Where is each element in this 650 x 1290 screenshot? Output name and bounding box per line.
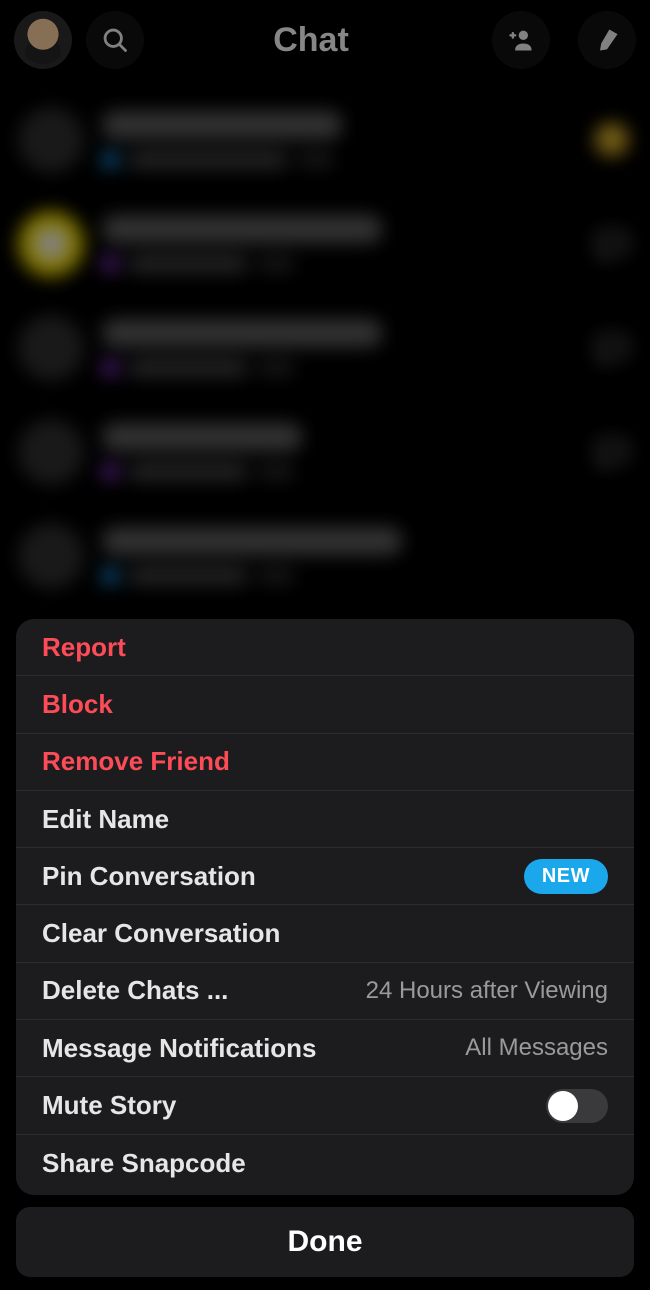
message-notifications-option[interactable]: Message Notifications All Messages (16, 1020, 634, 1077)
done-label: Done (288, 1225, 363, 1259)
clear-conversation-label: Clear Conversation (42, 918, 280, 949)
message-notifications-value: All Messages (465, 1034, 608, 1062)
message-notifications-label: Message Notifications (42, 1033, 317, 1064)
delete-chats-option[interactable]: Delete Chats ... 24 Hours after Viewing (16, 963, 634, 1020)
share-snapcode-label: Share Snapcode (42, 1148, 246, 1179)
report-label: Report (42, 632, 126, 663)
done-button[interactable]: Done (16, 1207, 634, 1277)
report-option[interactable]: Report (16, 619, 634, 676)
remove-friend-label: Remove Friend (42, 746, 230, 777)
toggle-knob (548, 1091, 578, 1121)
mute-story-toggle[interactable] (546, 1089, 608, 1123)
block-label: Block (42, 689, 113, 720)
block-option[interactable]: Block (16, 676, 634, 733)
delete-chats-value: 24 Hours after Viewing (366, 977, 608, 1005)
mute-story-label: Mute Story (42, 1090, 176, 1121)
action-sheet: Report Block Remove Friend Edit Name Pin… (16, 619, 634, 1195)
pin-conversation-label: Pin Conversation (42, 861, 256, 892)
edit-name-label: Edit Name (42, 804, 169, 835)
share-snapcode-option[interactable]: Share Snapcode (16, 1135, 634, 1192)
clear-conversation-option[interactable]: Clear Conversation (16, 905, 634, 962)
mute-story-option[interactable]: Mute Story (16, 1077, 634, 1134)
remove-friend-option[interactable]: Remove Friend (16, 734, 634, 791)
delete-chats-label: Delete Chats ... (42, 975, 228, 1006)
edit-name-option[interactable]: Edit Name (16, 791, 634, 848)
pin-conversation-option[interactable]: Pin Conversation NEW (16, 848, 634, 905)
new-badge: NEW (524, 859, 608, 894)
